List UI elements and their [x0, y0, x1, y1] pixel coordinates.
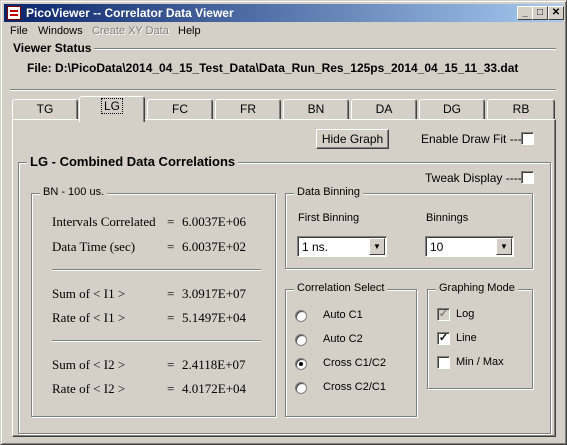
lg-combined-group: LG - Combined Data Correlations Tweak Di… [18, 154, 551, 434]
viewer-status-title: Viewer Status [10, 41, 95, 55]
stat-value: 2.4118E+07 [182, 357, 246, 372]
close-button[interactable]: ✕ [548, 6, 564, 20]
stat-equals: = [167, 310, 175, 325]
tweak-display-checkbox[interactable] [521, 171, 534, 184]
check-icon: ✓ [438, 308, 449, 320]
tab-rb[interactable]: RB [487, 99, 555, 119]
stats-divider [52, 269, 261, 271]
enable-draw-fit-checkbox[interactable] [521, 132, 534, 145]
line-checkbox[interactable]: ✓ [437, 332, 450, 345]
menu-help[interactable]: Help [178, 25, 201, 37]
correlation-select-title: Correlation Select [294, 282, 388, 294]
check-icon: ✓ [438, 332, 449, 344]
divider [10, 89, 556, 91]
stat-label: Intervals Correlated [52, 214, 156, 229]
tweak-display-label: Tweak Display ---- [425, 171, 522, 185]
stat-label: Sum of < I2 > [52, 357, 126, 372]
maximize-button[interactable]: □ [532, 6, 548, 20]
stat-value: 6.0037E+02 [182, 239, 247, 254]
stat-label: Data Time (sec) [52, 239, 136, 254]
binnings-select[interactable]: 10 ▼ [425, 236, 514, 257]
menu-windows[interactable]: Windows [38, 25, 83, 37]
radio-auto-c2-label: Auto C2 [323, 333, 363, 345]
graphing-mode-title: Graphing Mode [436, 282, 518, 294]
minimize-button[interactable]: _ [517, 6, 533, 20]
stat-equals: = [167, 286, 175, 301]
stat-label: Rate of < I1 > [52, 310, 126, 325]
radio-auto-c1-label: Auto C1 [323, 309, 363, 321]
stat-equals: = [167, 357, 175, 372]
tab-fc[interactable]: FC [147, 99, 213, 119]
menu-file[interactable]: File [10, 25, 28, 37]
viewer-status-group: Viewer Status File: D:\PicoData\2014_04_… [10, 41, 556, 86]
radio-auto-c1[interactable] [295, 310, 307, 322]
bn-stats-title: BN - 100 us. [40, 186, 108, 198]
tab-dg[interactable]: DG [419, 99, 485, 119]
stat-value: 5.1497E+04 [182, 310, 247, 325]
window-title: PicoViewer -- Correlator Data Viewer [26, 6, 234, 20]
enable-draw-fit-label: Enable Draw Fit ---- [421, 132, 526, 146]
stat-label: Sum of < I1 > [52, 286, 126, 301]
binnings-label: Binnings [426, 212, 469, 224]
tab-tg[interactable]: TG [12, 99, 78, 119]
radio-cross-c1-c2-label: Cross C1/C2 [323, 357, 386, 369]
chevron-down-icon[interactable]: ▼ [369, 238, 385, 255]
stat-equals: = [167, 239, 175, 254]
min-max-checkbox[interactable] [437, 356, 450, 369]
first-binning-select[interactable]: 1 ns. ▼ [297, 236, 387, 257]
log-label: Log [456, 308, 475, 320]
menu-bar: File Windows Create XY Data Help [4, 23, 563, 41]
min-max-label: Min / Max [456, 356, 504, 368]
graphing-mode-group: Graphing Mode ✓ Log ✓ Line Min / Max [427, 282, 533, 389]
hide-graph-button[interactable]: Hide Graph [316, 129, 389, 149]
tab-da[interactable]: DA [351, 99, 417, 119]
current-file-path: File: D:\PicoData\2014_04_15_Test_Data\D… [27, 61, 519, 75]
radio-cross-c2-c1[interactable] [295, 382, 307, 394]
stats-divider [52, 340, 261, 342]
tab-lg[interactable]: LG [79, 96, 145, 122]
chevron-down-icon[interactable]: ▼ [496, 238, 512, 255]
data-binning-group: Data Binning First Binning Binnings 1 ns… [285, 186, 533, 269]
stat-value: 6.0037E+06 [182, 214, 247, 229]
tab-fr[interactable]: FR [215, 99, 281, 119]
title-bar[interactable]: PicoViewer -- Correlator Data Viewer _ □… [4, 4, 564, 22]
stat-value: 4.0172E+04 [182, 381, 247, 396]
radio-cross-c2-c1-label: Cross C2/C1 [323, 381, 386, 393]
lg-combined-title: LG - Combined Data Correlations [27, 154, 239, 169]
log-checkbox[interactable]: ✓ [437, 308, 450, 321]
lg-tab-panel: Hide Graph Enable Draw Fit ---- LG - Com… [12, 119, 556, 437]
stat-label: Rate of < I2 > [52, 381, 126, 396]
line-label: Line [456, 332, 477, 344]
stat-equals: = [167, 381, 175, 396]
stat-value: 3.0917E+07 [182, 286, 247, 301]
app-window: PicoViewer -- Correlator Data Viewer _ □… [0, 0, 567, 445]
data-binning-title: Data Binning [294, 186, 363, 198]
bn-stats-group: BN - 100 us. Intervals Correlated = 6.00… [31, 186, 276, 417]
menu-create-xy-data[interactable]: Create XY Data [92, 25, 169, 37]
correlation-select-group: Correlation Select Auto C1 Auto C2 Cross… [285, 282, 417, 417]
app-icon [7, 6, 21, 20]
radio-auto-c2[interactable] [295, 334, 307, 346]
radio-cross-c1-c2[interactable] [295, 358, 307, 370]
stat-equals: = [167, 214, 175, 229]
first-binning-label: First Binning [298, 212, 360, 224]
tab-bn[interactable]: BN [283, 99, 349, 119]
